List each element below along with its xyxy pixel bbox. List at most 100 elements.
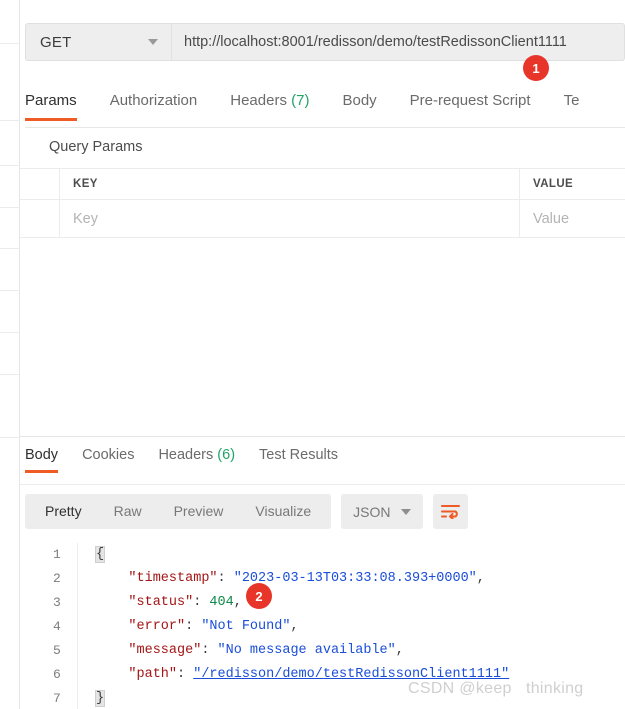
chevron-down-icon xyxy=(401,508,412,515)
code-line: 4 "error": "Not Found", xyxy=(40,615,625,639)
param-value-placeholder: Value xyxy=(533,210,570,227)
table-row: Key Value xyxy=(20,200,625,238)
sidebar-divider xyxy=(0,374,20,375)
code-text: { xyxy=(78,543,106,567)
tab-body[interactable]: Body xyxy=(342,92,376,120)
code-line: 1 { xyxy=(40,543,625,567)
param-key-input[interactable]: Key xyxy=(60,200,520,237)
sidebar-strip xyxy=(0,0,20,709)
view-mode-preview-label: Preview xyxy=(173,503,224,519)
view-mode-group: Pretty Raw Preview Visualize xyxy=(25,494,332,529)
response-tab-test-results-label: Test Results xyxy=(259,447,339,463)
json-key: "path" xyxy=(128,667,178,682)
response-pane: Body Cookies Headers (6) Test Results Pr… xyxy=(20,437,625,709)
row-checkbox-cell[interactable] xyxy=(20,200,60,237)
sidebar-divider xyxy=(0,437,20,438)
line-number: 2 xyxy=(40,567,78,591)
tab-authorization-label: Authorization xyxy=(109,92,198,109)
column-header-key-label: KEY xyxy=(73,178,98,190)
json-colon: : xyxy=(177,667,194,682)
code-text: "timestamp": "2023-03-13T03:33:08.393+00… xyxy=(78,567,485,591)
json-comma: , xyxy=(290,619,299,634)
line-number: 7 xyxy=(40,687,78,709)
table-header-row: KEY VALUE xyxy=(20,168,625,200)
select-all-checkbox-cell[interactable] xyxy=(20,169,60,199)
code-text: } xyxy=(78,687,106,709)
sidebar-divider xyxy=(0,43,20,44)
response-tab-test-results[interactable]: Test Results xyxy=(259,447,338,473)
watermark: CSDN @keep thinking xyxy=(408,680,584,697)
column-header-value-label: VALUE xyxy=(533,178,574,190)
code-text: "error": "Not Found", xyxy=(78,615,299,639)
json-key: "timestamp" xyxy=(128,571,218,586)
json-comma: , xyxy=(476,571,485,586)
json-close-brace: } xyxy=(94,690,106,707)
line-number: 1 xyxy=(40,543,78,567)
json-comma: , xyxy=(233,595,242,610)
tab-params[interactable]: Params xyxy=(25,92,77,121)
json-colon: : xyxy=(193,595,210,610)
response-format-label: JSON xyxy=(353,503,391,520)
view-mode-visualize-label: Visualize xyxy=(255,503,312,519)
sidebar-divider xyxy=(0,165,20,166)
tab-pre-request-script[interactable]: Pre-request Script xyxy=(410,92,531,120)
annotation-badge-2: 2 xyxy=(246,583,272,609)
json-status-value: 404 xyxy=(209,595,234,610)
line-number: 3 xyxy=(40,591,78,615)
response-tab-body-label: Body xyxy=(25,447,59,463)
sidebar-divider xyxy=(0,248,20,249)
json-value: "Not Found" xyxy=(201,619,291,634)
json-value: "No message available" xyxy=(217,643,396,658)
view-mode-pretty-label: Pretty xyxy=(45,503,82,519)
json-colon: : xyxy=(201,643,218,658)
json-value: "2023-03-13T03:33:08.393+0000" xyxy=(233,571,477,586)
response-body-toolbar: Pretty Raw Preview Visualize JSON xyxy=(25,494,469,529)
json-comma: , xyxy=(395,643,404,658)
response-format-select[interactable]: JSON xyxy=(341,494,424,529)
tab-tests[interactable]: Te xyxy=(564,92,580,120)
view-mode-raw[interactable]: Raw xyxy=(98,494,158,529)
annotation-badge-1: 1 xyxy=(523,55,549,81)
http-method-select[interactable]: GET xyxy=(25,23,171,61)
response-tab-headers-label: Headers xyxy=(158,447,214,463)
code-text: "status": 404, xyxy=(78,591,242,615)
json-colon: : xyxy=(217,571,234,586)
column-header-value: VALUE xyxy=(520,169,625,199)
request-tab-bar: Params Authorization Headers (7) Body Pr… xyxy=(25,92,625,128)
response-tab-headers[interactable]: Headers (6) xyxy=(158,447,235,473)
tab-headers[interactable]: Headers (7) xyxy=(230,92,309,120)
response-tab-body[interactable]: Body xyxy=(25,447,59,473)
tab-tests-label: Te xyxy=(563,92,580,109)
chevron-down-icon xyxy=(148,39,158,45)
url-text: http://localhost:8001/redisson/demo/test… xyxy=(184,34,567,50)
sidebar-divider xyxy=(0,332,20,333)
response-tab-cookies[interactable]: Cookies xyxy=(82,447,134,473)
code-line: 2 "timestamp": "2023-03-13T03:33:08.393+… xyxy=(40,567,625,591)
param-value-input[interactable]: Value xyxy=(520,200,625,237)
word-wrap-button[interactable] xyxy=(433,494,469,529)
json-open-brace: { xyxy=(94,546,106,563)
query-params-title: Query Params xyxy=(49,139,143,155)
word-wrap-icon xyxy=(441,505,461,519)
tab-authorization[interactable]: Authorization xyxy=(110,92,198,120)
view-mode-pretty[interactable]: Pretty xyxy=(29,494,98,529)
json-colon: : xyxy=(185,619,202,634)
view-mode-raw-label: Raw xyxy=(113,503,142,519)
sidebar-divider xyxy=(0,290,20,291)
code-line: 3 "status": 404, xyxy=(40,591,625,615)
sidebar-divider xyxy=(0,120,20,121)
json-key: "message" xyxy=(128,643,202,658)
column-header-key: KEY xyxy=(60,169,520,199)
param-key-placeholder: Key xyxy=(73,210,98,227)
tab-params-label: Params xyxy=(25,92,77,109)
line-number: 6 xyxy=(40,663,78,687)
json-key: "status" xyxy=(128,595,194,610)
view-mode-preview[interactable]: Preview xyxy=(158,494,240,529)
response-tab-cookies-label: Cookies xyxy=(82,447,135,463)
tab-body-label: Body xyxy=(342,92,377,109)
response-tabs-divider xyxy=(20,484,625,485)
tab-pre-request-script-label: Pre-request Script xyxy=(409,92,531,109)
code-text: "message": "No message available", xyxy=(78,639,404,663)
url-input[interactable]: http://localhost:8001/redisson/demo/test… xyxy=(171,23,625,61)
view-mode-visualize[interactable]: Visualize xyxy=(239,494,327,529)
